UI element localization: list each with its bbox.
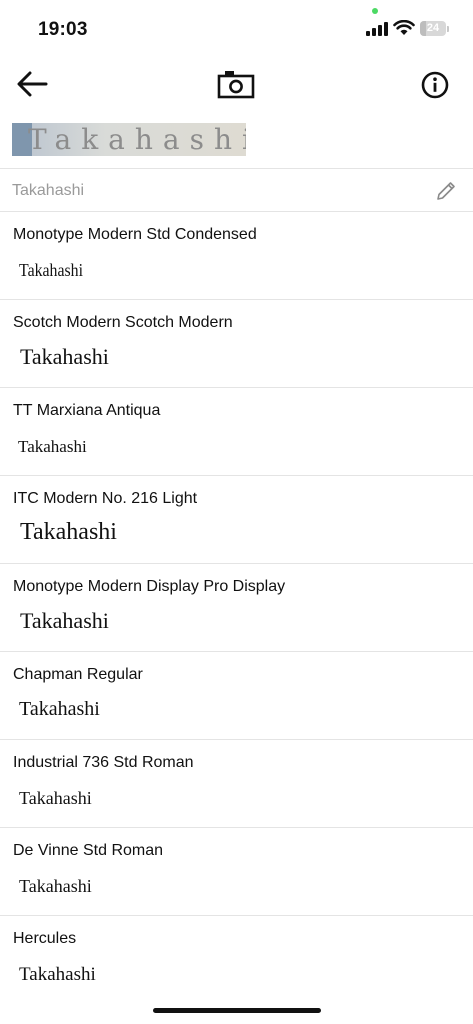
font-sample-text: Takahashi: [20, 344, 109, 369]
font-sample-text: Takahashi: [18, 437, 87, 456]
edit-text-button[interactable]: [434, 179, 458, 203]
font-name: Monotype Modern Display Pro Display: [13, 578, 286, 595]
captured-text-image: Takahashi: [12, 123, 246, 156]
privacy-indicator-dot: [372, 8, 378, 14]
top-toolbar: [0, 62, 473, 106]
font-name: Scotch Modern Scotch Modern: [13, 314, 233, 331]
pencil-icon: [437, 182, 455, 200]
font-sample-text: Takahashi: [19, 964, 96, 984]
captured-image-text: Takahashi: [28, 123, 246, 156]
font-name: Hercules: [13, 930, 77, 947]
font-sample-text: Takahashi: [19, 788, 92, 808]
font-name: ITC Modern No. 216 Light: [13, 490, 198, 507]
sample-text-input[interactable]: [12, 176, 412, 206]
font-sample-text: Takahashi: [19, 260, 83, 280]
font-name: Chapman Regular: [13, 666, 143, 683]
font-sample-text: Takahashi: [20, 519, 117, 545]
sample-text-row: [0, 170, 473, 211]
font-name: Monotype Modern Std Condensed: [13, 226, 257, 243]
wifi-icon: [393, 20, 415, 35]
info-circle-icon: [421, 71, 449, 99]
camera-button[interactable]: [216, 68, 256, 100]
status-time: 19:03: [38, 19, 88, 40]
font-name: TT Marxiana Antiqua: [13, 402, 161, 419]
font-list-item[interactable]: De Vinne Std Roman Takahashi: [0, 828, 473, 916]
font-list-item[interactable]: TT Marxiana Antiqua Takahashi: [0, 388, 473, 476]
font-list-item[interactable]: Chapman Regular Takahashi: [0, 652, 473, 740]
divider: [0, 168, 473, 169]
info-button[interactable]: [418, 68, 452, 102]
font-list-item[interactable]: Hercules Takahashi: [0, 916, 473, 984]
font-list-item[interactable]: Scotch Modern Scotch Modern Takahashi: [0, 300, 473, 388]
back-button[interactable]: [14, 68, 50, 100]
font-sample-text: Takahashi: [19, 698, 100, 720]
home-indicator: [153, 1008, 321, 1013]
battery-level: 24: [426, 22, 440, 34]
font-name: De Vinne Std Roman: [13, 842, 164, 859]
font-match-list: Monotype Modern Std Condensed Takahashi …: [0, 212, 473, 984]
font-sample-text: Takahashi: [20, 608, 109, 633]
cellular-signal-icon: [366, 22, 388, 36]
font-name: Industrial 736 Std Roman: [13, 754, 194, 771]
font-list-item[interactable]: Monotype Modern Std Condensed Takahashi: [0, 212, 473, 300]
font-list-item[interactable]: Industrial 736 Std Roman Takahashi: [0, 740, 473, 828]
status-bar: 19:03 24: [0, 0, 473, 56]
font-list-item[interactable]: Monotype Modern Display Pro Display Taka…: [0, 564, 473, 652]
camera-icon: [217, 71, 255, 99]
arrow-left-icon: [17, 71, 48, 97]
battery-indicator: 24: [420, 20, 450, 37]
font-list-item[interactable]: ITC Modern No. 216 Light Takahashi: [0, 476, 473, 564]
font-sample-text: Takahashi: [19, 876, 92, 896]
